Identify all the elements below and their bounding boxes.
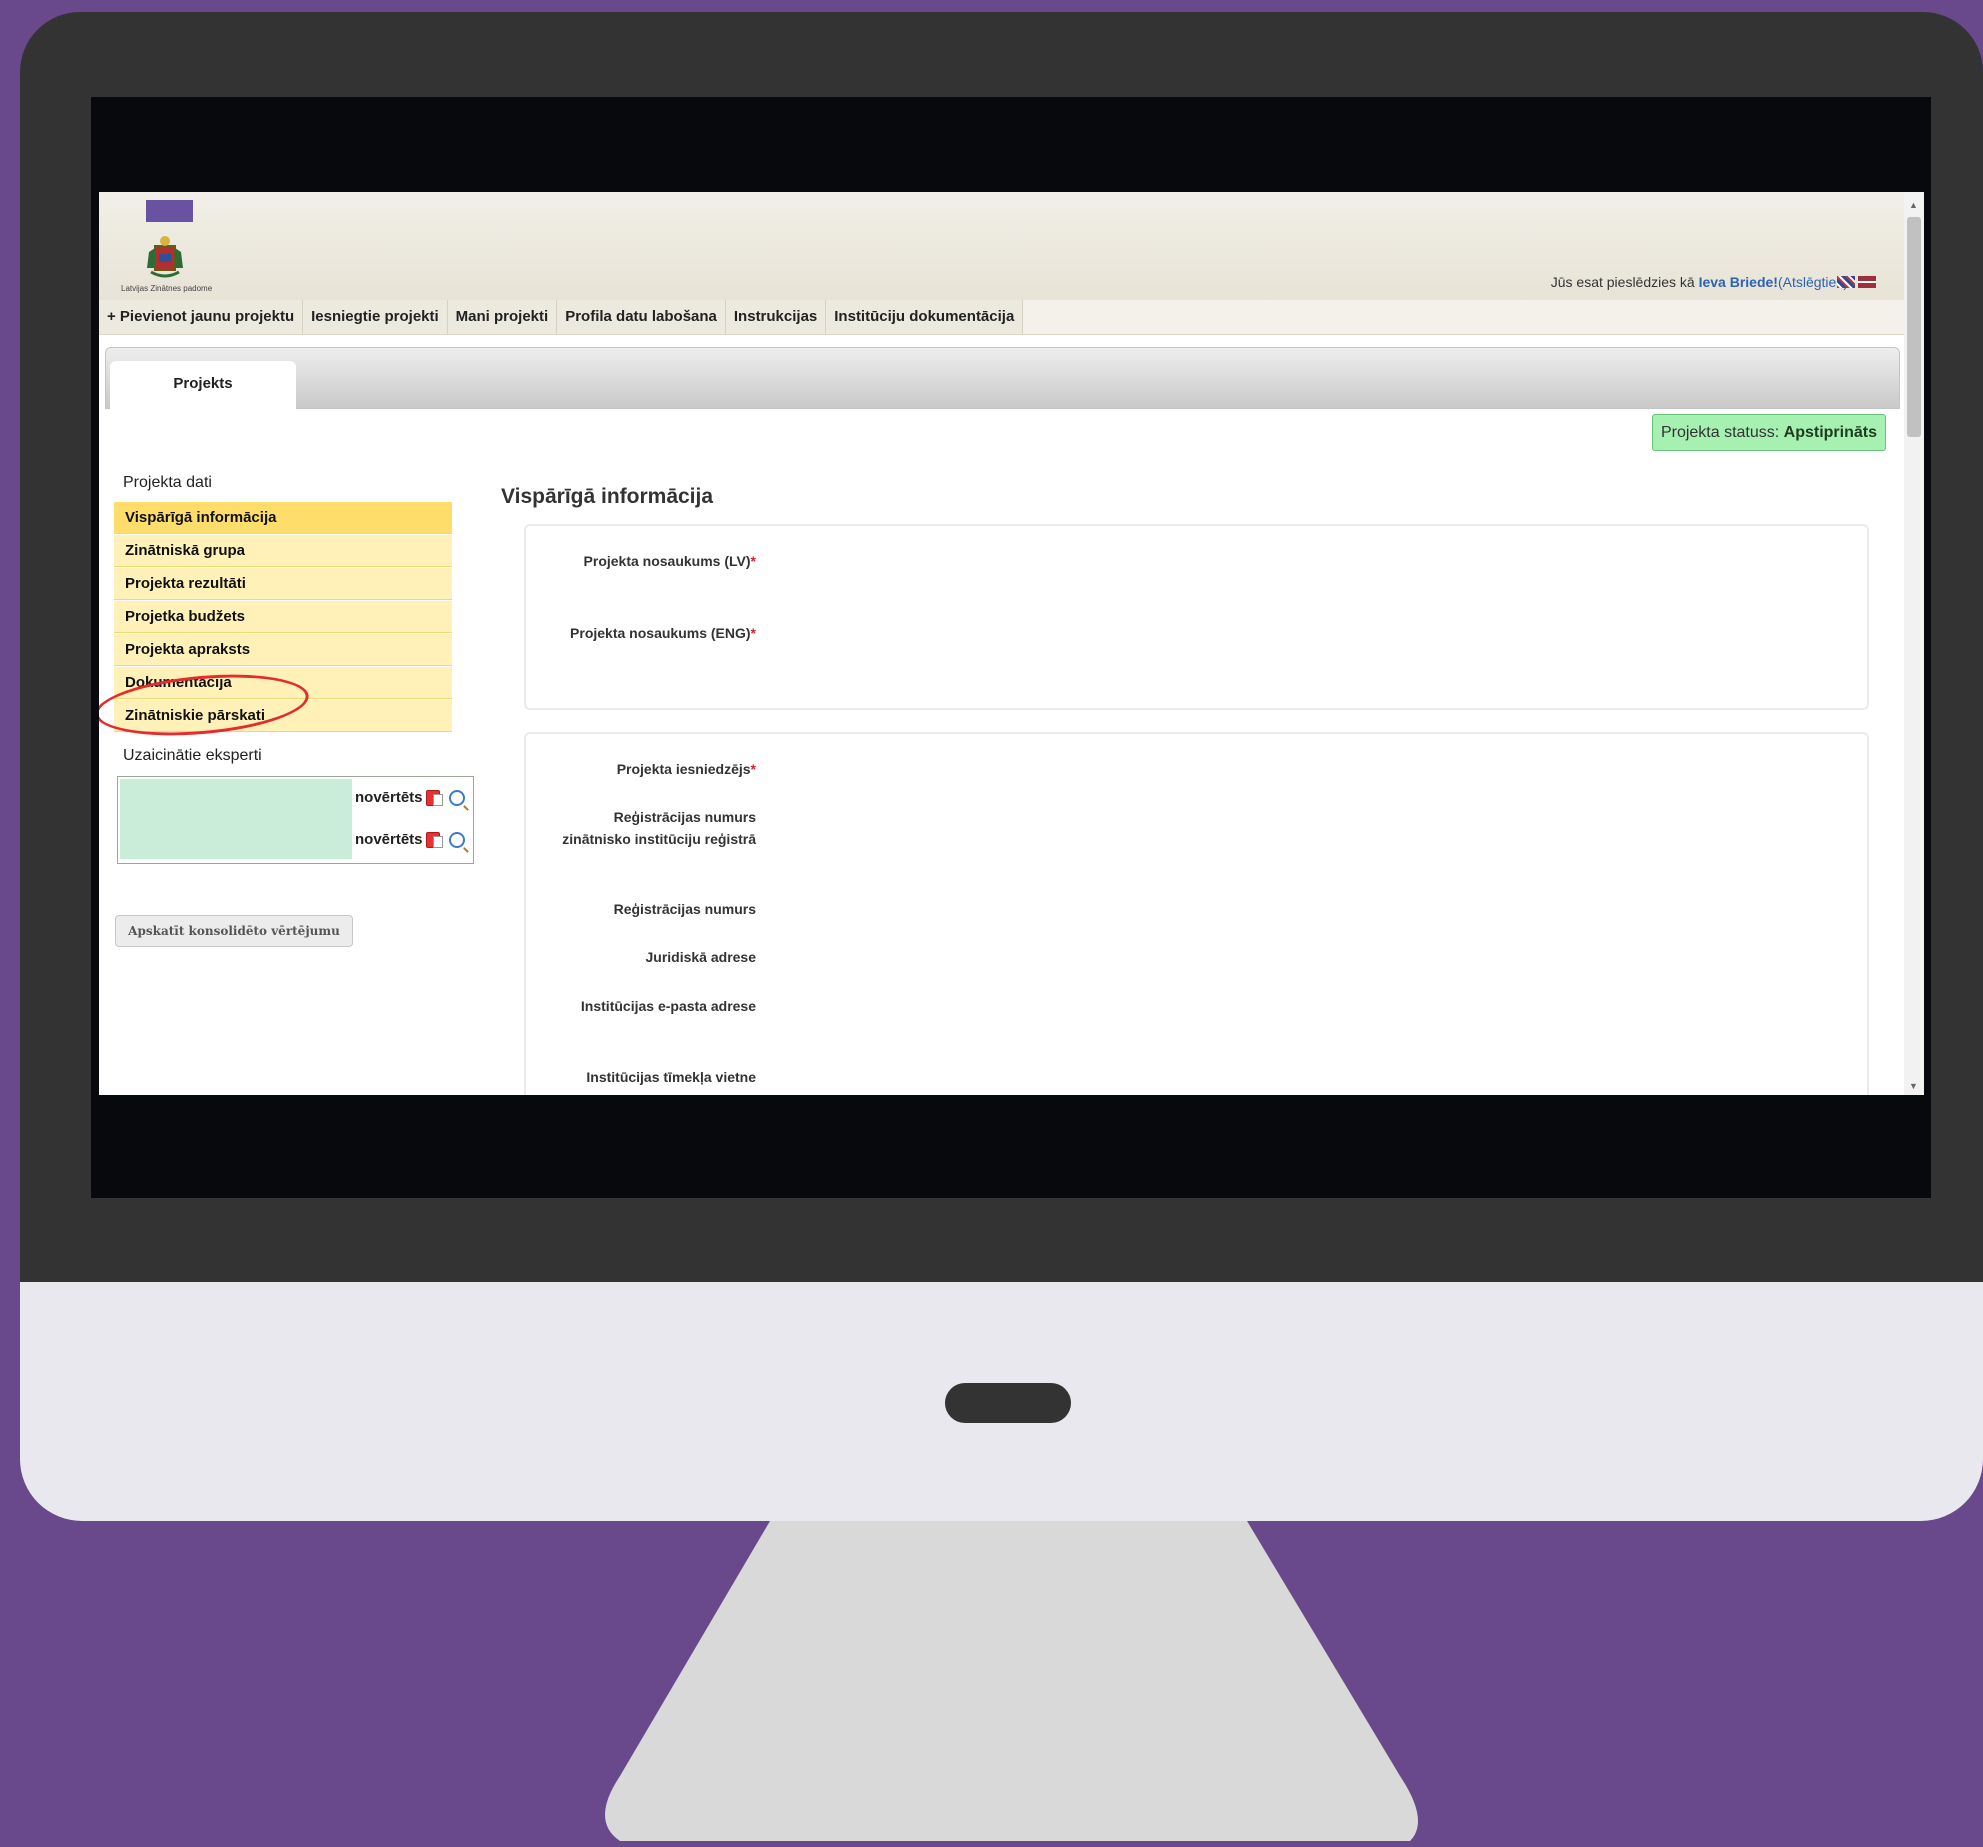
- tab-bar: Projekts: [105, 347, 1900, 409]
- page-title: Vispārīgā informācija: [501, 485, 714, 508]
- scroll-down-arrow-icon[interactable]: ▼: [1909, 1081, 1918, 1091]
- field-label-applicant: Projekta iesniedzējs*: [616, 761, 756, 777]
- menu-institution-docs[interactable]: Institūciju dokumentācija: [826, 300, 1024, 334]
- sidebar-title: Projekta dati: [123, 474, 212, 491]
- monitor-logo: [945, 1383, 1071, 1423]
- menu-submitted-projects[interactable]: Iesniegtie projekti: [303, 300, 448, 334]
- expert-row: novērtēts: [355, 789, 465, 806]
- expert-row: novērtēts: [355, 831, 465, 848]
- status-value: Apstiprināts: [1783, 424, 1877, 441]
- crest-icon: [147, 236, 183, 278]
- scrollbar[interactable]: ▲ ▼: [1904, 192, 1924, 1095]
- view-consolidated-button[interactable]: Apskatīt konsolidēto vērtējumu: [115, 915, 353, 947]
- scroll-thumb[interactable]: [1907, 217, 1921, 437]
- field-label-reg-number: Reģistrācijas numurs: [613, 901, 756, 917]
- sidebar-item-general-info[interactable]: Vispārīgā informācija: [114, 502, 452, 534]
- sidebar-item-project-results[interactable]: Projekta rezultāti: [114, 568, 452, 600]
- expert-status: novērtēts: [355, 789, 423, 806]
- main-menu: + Pievienot jaunu projektu Iesniegtie pr…: [99, 300, 1024, 334]
- field-label-email: Institūcijas e-pasta adrese: [580, 998, 756, 1014]
- browser-window: Latvijas Zinātnes padome Jūs esat pieslē…: [99, 192, 1924, 1095]
- pdf-icon[interactable]: [425, 831, 443, 848]
- pdf-icon[interactable]: [425, 789, 443, 806]
- sidebar-item-project-description[interactable]: Projekta apraksts: [114, 634, 452, 666]
- panel-project-names: Projekta nosaukums (LV)* Projekta nosauk…: [524, 524, 1869, 710]
- menu-profile-edit[interactable]: Profila datu labošana: [557, 300, 726, 334]
- experts-box: novērtēts novērtēts: [117, 776, 474, 864]
- status-label: Projekta statuss:: [1660, 424, 1784, 441]
- login-info: Jūs esat pieslēdzies kā Ieva Briede!(Ats…: [1551, 274, 1848, 290]
- site-header: Latvijas Zinātnes padome Jūs esat pieslē…: [99, 192, 1904, 300]
- logo-block: [146, 200, 193, 222]
- flag-en-icon[interactable]: [1837, 276, 1855, 288]
- magnifier-icon[interactable]: [448, 789, 465, 806]
- menu-instructions[interactable]: Instrukcijas: [726, 300, 827, 334]
- expert-status: novērtēts: [355, 831, 423, 848]
- field-label-name-eng: Projekta nosaukums (ENG)*: [570, 625, 756, 641]
- panel-applicant: Projekta iesniedzējs* Reģistrācijas numu…: [524, 732, 1869, 1095]
- main-menu-bar: + Pievienot jaunu projektu Iesniegtie pr…: [99, 300, 1904, 335]
- monitor-stand: [605, 1521, 1418, 1841]
- experts-names-area: [120, 779, 352, 859]
- sidebar-item-scientific-group[interactable]: Zinātniskā grupa: [114, 535, 452, 567]
- field-label-legal-address: Juridiskā adrese: [645, 949, 756, 965]
- field-label-name-lv: Projekta nosaukums (LV)*: [583, 553, 756, 569]
- tab-project[interactable]: Projekts: [110, 361, 296, 409]
- login-prefix: Jūs esat pieslēdzies kā: [1550, 274, 1699, 290]
- status-badge: Projekta statuss: Apstiprināts: [1651, 414, 1886, 451]
- flag-lv-icon[interactable]: [1858, 276, 1876, 288]
- org-name: Latvijas Zinātnes padome: [121, 284, 213, 293]
- language-switch: [1837, 276, 1876, 288]
- menu-add-project[interactable]: + Pievienot jaunu projektu: [99, 300, 304, 334]
- scroll-up-arrow-icon[interactable]: ▲: [1909, 200, 1918, 210]
- field-label-reg-number-registry: Reģistrācijas numurs zinātnisko institūc…: [562, 809, 756, 847]
- magnifier-icon[interactable]: [448, 831, 465, 848]
- field-label-website: Institūcijas tīmekļa vietne: [586, 1069, 756, 1085]
- sidebar-item-project-budget[interactable]: Projetka budžets: [114, 601, 452, 633]
- user-name-link[interactable]: Ieva Briede!: [1699, 274, 1778, 290]
- menu-my-projects[interactable]: Mani projekti: [448, 300, 558, 334]
- experts-title: Uzaicinātie eksperti: [123, 747, 262, 764]
